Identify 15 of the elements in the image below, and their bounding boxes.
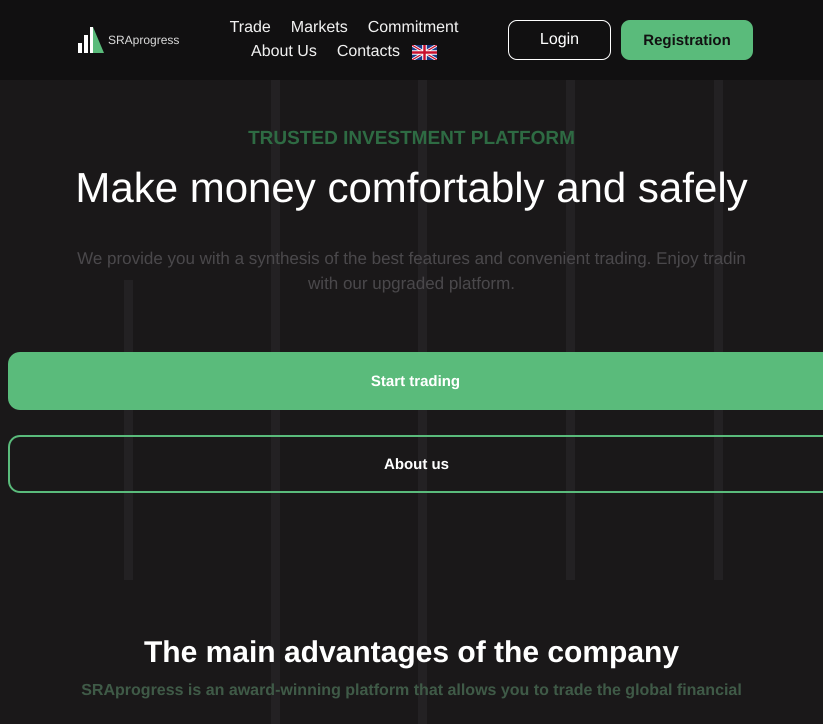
login-button[interactable]: Login [508, 20, 611, 60]
flag-icon[interactable] [412, 44, 437, 60]
nav-link[interactable]: Contacts [336, 41, 400, 63]
section-title: The main advantages of the company [144, 636, 680, 670]
nav-link[interactable]: About Us [251, 41, 317, 63]
nav-link[interactable]: Trade [230, 17, 271, 39]
logo-text: SRAprogress [108, 33, 180, 47]
nav-link[interactable]: Commitment [368, 17, 458, 39]
nav-link[interactable]: Markets [290, 17, 348, 39]
logo-icon [78, 27, 104, 53]
about-us-button[interactable]: About us [8, 435, 823, 493]
registration-button[interactable]: Registration [621, 20, 753, 60]
hero-title: Make money comfortably and safely [75, 164, 748, 212]
section-intro: SRAprogress is an award-winning platform that allows you to trade the global financial [81, 682, 742, 700]
eyebrow-text: TRUSTED INVESTMENT PLATFORM [248, 128, 575, 150]
